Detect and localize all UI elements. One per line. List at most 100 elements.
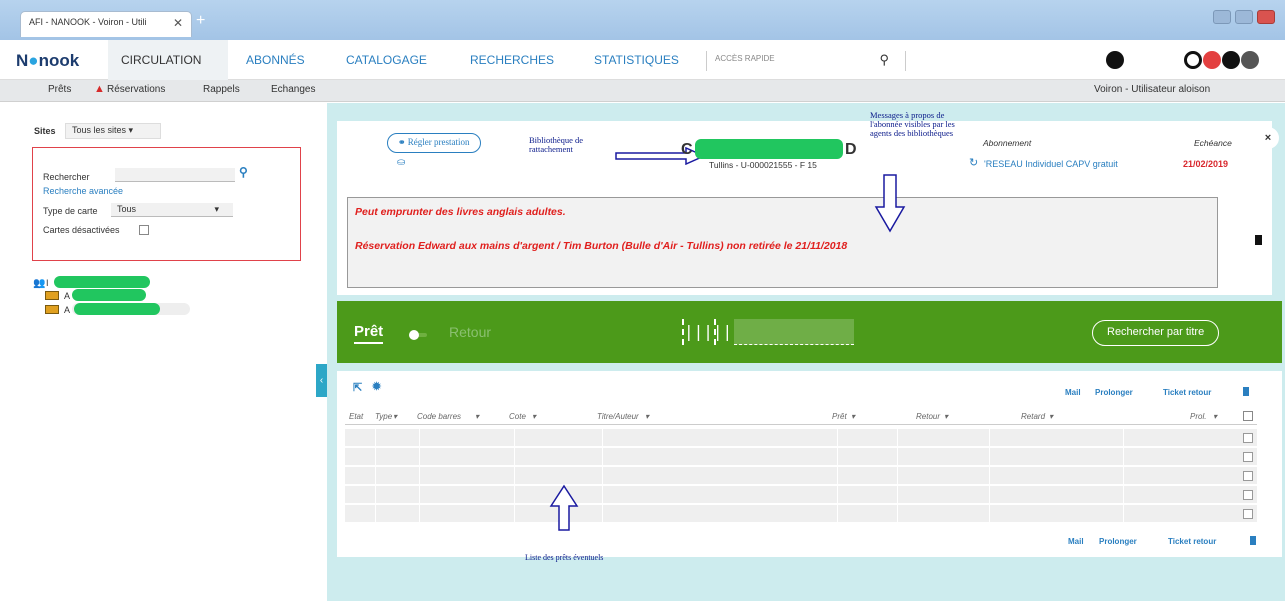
col-titre-auteur[interactable]: Titre/Auteur — [597, 412, 639, 421]
select-all-checkbox[interactable] — [1243, 411, 1253, 421]
logo-suffix: nook — [38, 51, 80, 70]
mail-link[interactable]: Mail — [1065, 388, 1081, 397]
trash-icon[interactable] — [1250, 536, 1256, 545]
row-checkbox[interactable] — [1243, 471, 1253, 481]
nanook-logo[interactable]: N●nook — [16, 51, 79, 71]
col-cote[interactable]: Cote — [509, 412, 526, 421]
subnav-prets[interactable]: Prêts — [48, 84, 71, 95]
close-patron-button[interactable]: × — [1257, 127, 1279, 149]
col-retard[interactable]: Retard — [1021, 412, 1045, 421]
annotation-messages: Messages à propos de l'abonnée visibles … — [870, 110, 955, 138]
return-ticket-link[interactable]: Ticket retour — [1163, 388, 1211, 397]
subnav-reservations[interactable]: Réservations — [107, 84, 165, 95]
patron-info-card: ⚭ Régler prestation ⛀ Bibliothèque de ra… — [337, 111, 1272, 185]
card-type-select[interactable]: Tous ▾ — [111, 203, 233, 217]
table-row[interactable] — [345, 429, 1257, 447]
table-row[interactable] — [345, 467, 1257, 485]
extend-link[interactable]: Prolonger — [1099, 537, 1137, 546]
col-retour[interactable]: Retour — [916, 412, 940, 421]
nav-catalogage[interactable]: CATALOGAGE — [346, 53, 427, 67]
quick-access-input[interactable]: ACCÈS RAPIDE ⚲ — [706, 51, 906, 71]
subnav-rappels[interactable]: Rappels — [203, 84, 240, 95]
settle-button[interactable]: ⚭ Régler prestation — [387, 133, 481, 153]
gear-icon[interactable]: ✹ — [372, 380, 381, 393]
search-by-title-button[interactable]: Rechercher par titre — [1092, 320, 1220, 346]
col-code-barres[interactable]: Code barres — [417, 412, 461, 421]
close-tab-icon[interactable]: ✕ — [173, 16, 183, 30]
table-row[interactable] — [345, 505, 1257, 523]
advanced-search-link[interactable]: Recherche avancée — [43, 186, 123, 196]
mail-link[interactable]: Mail — [1068, 537, 1084, 546]
power-icon[interactable] — [1241, 51, 1259, 69]
phone-icon[interactable] — [1203, 51, 1221, 69]
mode-toggle[interactable] — [409, 330, 427, 340]
col-etat[interactable]: Etat — [349, 412, 363, 421]
return-ticket-link[interactable]: Ticket retour — [1168, 537, 1216, 546]
user-icon[interactable] — [1184, 51, 1202, 69]
maximize-button[interactable] — [1235, 10, 1253, 24]
loans-table-card: ⇱ ✹ Mail Prolonger Ticket retour Etat Ty… — [337, 371, 1282, 557]
export-icon[interactable]: ⇱ — [353, 381, 362, 394]
chevron-down-icon: ▾ — [532, 412, 537, 421]
library-info: Tullins - U-000021555 - F 15 — [709, 160, 817, 170]
close-window-button[interactable] — [1257, 10, 1275, 24]
quick-access-placeholder: ACCÈS RAPIDE — [715, 54, 775, 63]
row-checkbox[interactable] — [1243, 490, 1253, 500]
chevron-down-icon: ▾ — [1049, 412, 1054, 421]
col-pret[interactable]: Prêt — [832, 412, 847, 421]
nav-circulation[interactable]: CIRCULATION — [121, 53, 201, 67]
new-tab-button[interactable]: + — [196, 13, 214, 31]
due-label: Echéance — [1194, 138, 1232, 148]
nav-statistiques[interactable]: STATISTIQUES — [594, 53, 679, 67]
circulation-bar: Prêt Retour ||||| Rechercher par titre — [337, 301, 1282, 363]
due-value: 21/02/2019 — [1183, 159, 1229, 169]
row-checkbox[interactable] — [1243, 452, 1253, 462]
collapse-sidebar-handle[interactable]: ‹ — [316, 364, 327, 397]
search-icon[interactable]: ⚲ — [879, 52, 889, 68]
chevron-down-icon: ▾ — [393, 412, 398, 421]
result-item-initial[interactable]: I — [46, 278, 49, 288]
refresh-icon[interactable]: ↻ — [969, 156, 978, 169]
people-icon: 👥 — [33, 278, 46, 289]
result-item-initial[interactable]: A — [64, 305, 70, 315]
barcode-input[interactable] — [734, 319, 854, 345]
extend-link[interactable]: Prolonger — [1095, 388, 1133, 397]
trash-icon[interactable] — [1255, 235, 1262, 245]
sites-select[interactable]: Tous les sites ▾ — [65, 123, 161, 139]
search-input[interactable] — [115, 168, 235, 182]
tab-title: AFI - NANOOK - Voiron - Utili — [29, 17, 147, 27]
messages-area: Peut emprunter des livres anglais adulte… — [337, 185, 1272, 295]
mode-pret-tab[interactable]: Prêt — [354, 323, 384, 344]
col-prol[interactable]: Prol. — [1190, 412, 1206, 421]
mode-retour-tab[interactable]: Retour — [449, 324, 491, 340]
subnav-echanges[interactable]: Echanges — [271, 84, 315, 95]
messages-box[interactable]: Peut emprunter des livres anglais adulte… — [347, 197, 1218, 288]
compass-icon[interactable] — [1106, 51, 1124, 69]
row-checkbox[interactable] — [1243, 509, 1253, 519]
barcode-icon: ||||| — [682, 319, 732, 345]
subscription-value: 'RESEAU Individuel CAPV gratuit — [984, 159, 1118, 169]
nav-recherches[interactable]: RECHERCHES — [470, 53, 554, 67]
arrow-up-annotation — [549, 484, 579, 531]
minimize-button[interactable] — [1213, 10, 1231, 24]
redacted-name — [72, 289, 146, 301]
browser-tab[interactable]: AFI - NANOOK - Voiron - Utili ✕ — [20, 11, 192, 37]
card-type-label: Type de carte — [43, 206, 98, 216]
warning-icon: ▲ — [94, 83, 105, 95]
disabled-cards-checkbox[interactable] — [139, 225, 149, 235]
redacted-name — [54, 276, 150, 288]
search-icon[interactable]: ⚲ — [239, 165, 248, 179]
patron-name-start: C — [681, 141, 693, 158]
sites-value: Tous les sites — [72, 125, 127, 135]
row-checkbox[interactable] — [1243, 433, 1253, 443]
chevron-down-icon: ▾ — [944, 412, 949, 421]
table-row[interactable] — [345, 486, 1257, 504]
col-type[interactable]: Type — [375, 412, 392, 421]
search-label: Rechercher — [43, 172, 90, 182]
logo-o: ● — [28, 51, 39, 70]
trash-icon[interactable] — [1243, 387, 1249, 396]
table-row[interactable] — [345, 448, 1257, 466]
result-item-initial[interactable]: A — [64, 291, 70, 301]
nav-abonnes[interactable]: ABONNÉS — [246, 53, 305, 67]
help-icon[interactable] — [1222, 51, 1240, 69]
